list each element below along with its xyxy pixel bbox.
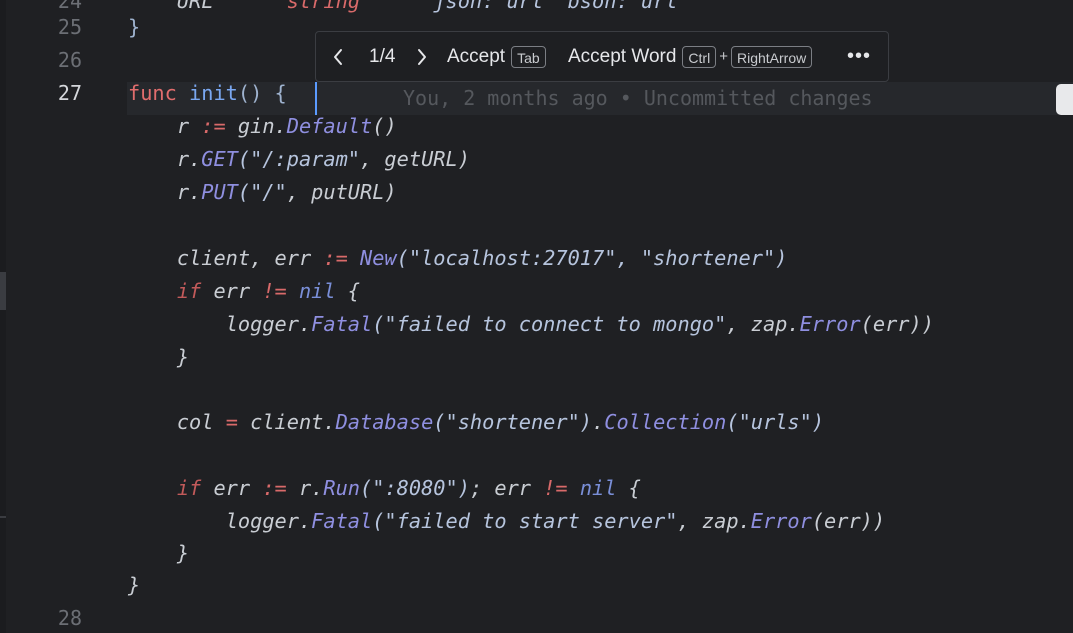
ctrl-key-hint: Ctrl xyxy=(682,45,717,68)
code-line[interactable]: if err := r.Run(":8080"); err != nil { xyxy=(128,472,641,505)
code-line[interactable]: if err != nil { xyxy=(128,275,360,308)
line-number-active: 27 xyxy=(57,81,82,105)
code-line[interactable]: URL string `json:"url" bson:"url"` xyxy=(128,0,702,18)
git-blame-annotation: You, 2 months ago • Uncommitted changes xyxy=(403,86,873,110)
function-name: init xyxy=(176,81,238,105)
line-number: 26 xyxy=(57,48,82,72)
accept-word-label: Accept Word xyxy=(568,45,677,67)
activity-edge xyxy=(0,0,6,633)
more-horizontal-icon: ••• xyxy=(847,45,872,67)
func-keyword: func xyxy=(128,81,177,105)
code-line[interactable]: } xyxy=(128,11,140,44)
line-number: 28 xyxy=(57,606,82,630)
code-line[interactable]: } xyxy=(128,537,189,570)
accept-button[interactable]: Accept Tab xyxy=(447,32,546,81)
next-suggestion-button[interactable] xyxy=(416,32,428,81)
accept-label: Accept xyxy=(447,45,506,67)
chevron-right-icon xyxy=(418,48,426,65)
code-line-active[interactable]: func init() { xyxy=(128,77,287,110)
scroll-marker xyxy=(0,272,6,310)
code-line[interactable]: client, err := New("localhost:27017", "s… xyxy=(128,242,788,275)
code-line[interactable]: logger.Fatal("failed to connect to mongo… xyxy=(128,308,934,341)
line-number: 25 xyxy=(57,15,82,39)
suggestion-counter: 1/4 xyxy=(369,45,396,67)
code-line[interactable]: logger.Fatal("failed to start server", z… xyxy=(128,505,885,538)
more-options-button[interactable]: ••• xyxy=(847,32,871,81)
rightarrow-key-hint: RightArrow xyxy=(730,45,813,68)
chevron-left-icon xyxy=(334,48,342,65)
side-chip[interactable] xyxy=(1056,84,1073,115)
code-line[interactable]: } xyxy=(128,569,140,602)
previous-suggestion-button[interactable] xyxy=(332,32,344,81)
plus-sign: + xyxy=(719,48,728,65)
accept-word-button[interactable]: Accept Word Ctrl + RightArrow xyxy=(568,32,813,81)
code-line[interactable]: } xyxy=(128,341,189,374)
code-line[interactable]: r := gin.Default() xyxy=(128,110,397,143)
code-line[interactable]: r.PUT("/", putURL) xyxy=(128,176,397,209)
divider-marker xyxy=(0,516,6,518)
code-editor[interactable]: 24 25 26 27 28 URL string `json:"url" bs… xyxy=(0,0,1073,633)
tab-key-hint: Tab xyxy=(511,45,546,68)
code-line[interactable]: col = client.Database("shortener").Colle… xyxy=(128,406,824,439)
inline-suggestion-toolbar: 1/4 Accept Tab Accept Word Ctrl + RightA… xyxy=(315,31,889,82)
code-line[interactable]: r.GET("/:param", getURL) xyxy=(128,143,470,176)
